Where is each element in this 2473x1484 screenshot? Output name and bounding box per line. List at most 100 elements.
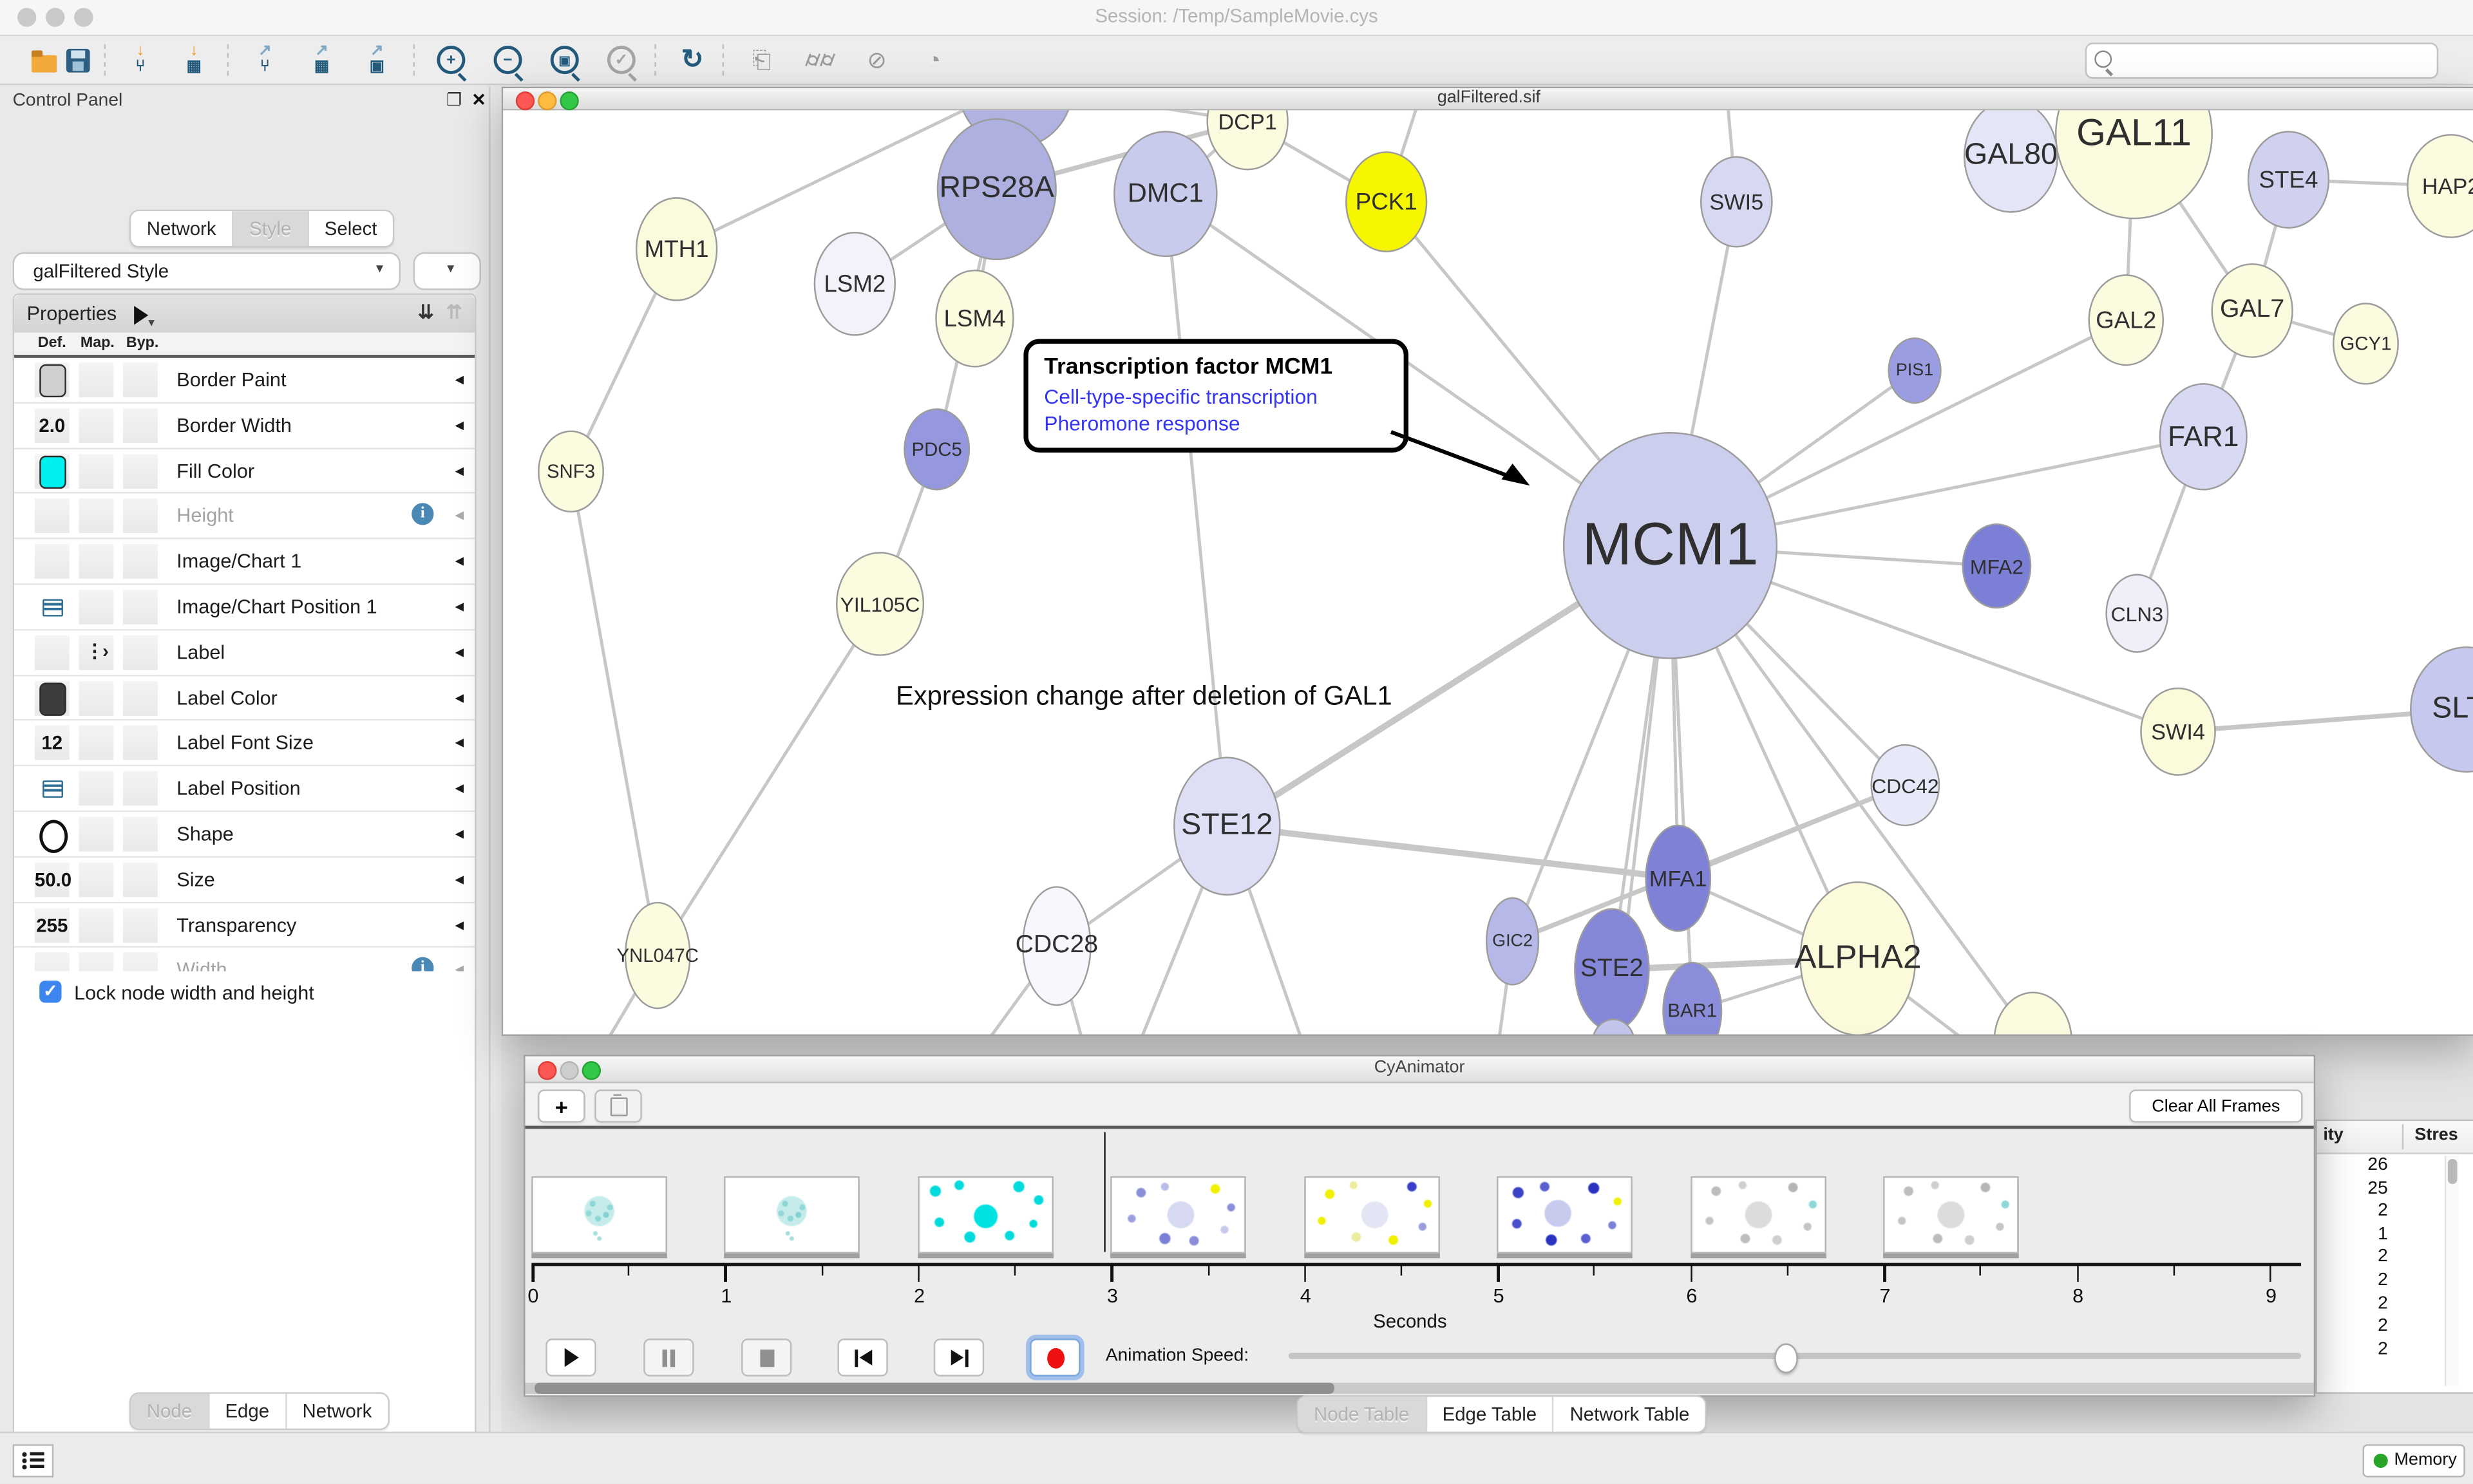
network-node-pis1[interactable]: PIS1 [1888, 337, 1941, 404]
network-canvas[interactable]: MTH1LSM2RPS28ADCP1DMC1PCK1LSM4SNF3PDC5YI… [503, 110, 2473, 1034]
zoom-in-icon[interactable]: + [432, 41, 470, 79]
network-node-mfa2[interactable]: MFA2 [1962, 523, 2032, 608]
network-node-snf3[interactable]: SNF3 [538, 431, 604, 512]
network-node-swi4[interactable]: SWI4 [2140, 688, 2216, 776]
network-node-ynl047c[interactable]: YNL047C [625, 902, 691, 1010]
network-node-gal2[interactable]: GAL2 [2088, 274, 2164, 366]
import-table-icon[interactable]: ↓▦ [175, 41, 213, 79]
animation-speed-slider[interactable] [1289, 1353, 2301, 1359]
annotation-link-2[interactable]: Pheromone response [1044, 411, 1388, 435]
property-row[interactable]: 255Transparency◂ [14, 903, 475, 948]
network-node-gal11[interactable]: GAL11 [2055, 110, 2213, 219]
style-dropdown[interactable]: galFiltered Style ▾ [13, 252, 401, 290]
collapse-all-icon[interactable]: ⇈ [446, 301, 462, 323]
zoom-out-icon[interactable]: − [489, 41, 527, 79]
show-panels-button[interactable] [13, 1444, 54, 1477]
cyanimator-hscrollbar[interactable] [526, 1383, 2314, 1394]
network-node-cdc42[interactable]: CDC42 [1870, 744, 1940, 826]
slider-thumb[interactable] [1774, 1344, 1797, 1374]
column-ity[interactable]: ity [2323, 1126, 2343, 1145]
timeline-playhead[interactable] [1104, 1132, 1105, 1252]
network-node-cln3[interactable]: CLN3 [2105, 574, 2168, 652]
tab-network-table[interactable]: Network Table [1554, 1397, 1705, 1432]
network-node-ste4[interactable]: STE4 [2248, 131, 2329, 229]
frame-thumbnail-7s[interactable] [1883, 1176, 2019, 1254]
record-button[interactable] [1030, 1338, 1080, 1376]
frame-thumbnail-5s[interactable] [1497, 1176, 1633, 1254]
network-node-dmc1[interactable]: DMC1 [1113, 131, 1218, 257]
network-node-pdc5[interactable]: PDC5 [904, 408, 970, 490]
properties-header[interactable]: Properties ▾ ⇊ ⇈ [14, 295, 475, 334]
network-node-slt2[interactable]: SLT2 [2410, 646, 2473, 773]
network-node-gcy1[interactable]: GCY1 [2333, 303, 2399, 384]
property-row[interactable]: Heighti◂ [14, 494, 475, 540]
annotation-box[interactable]: Transcription factor MCM1 Cell-type-spec… [1023, 339, 1408, 453]
network-node-alpha2[interactable]: ALPHA2 [1799, 881, 1916, 1035]
network-node-lsm2[interactable]: LSM2 [814, 232, 896, 336]
network-node-gic2[interactable]: GIC2 [1486, 897, 1539, 985]
tab-network[interactable]: Network [131, 211, 233, 246]
lock-checkbox[interactable]: ✓ [39, 981, 61, 1002]
property-row[interactable]: Label Color◂ [14, 676, 475, 722]
export-image-icon[interactable]: ↗▣ [358, 41, 396, 79]
network-node-cdc28[interactable]: CDC28 [1022, 886, 1092, 1006]
network-node-yil105c[interactable]: YIL105C [836, 552, 924, 656]
stop-button[interactable] [741, 1338, 791, 1376]
property-row[interactable]: Shape◂ [14, 812, 475, 858]
timeline[interactable]: 0123456789 Seconds [526, 1129, 2314, 1333]
network-node-mcm1[interactable]: MCM1 [1563, 432, 1777, 659]
float-panel-icon[interactable]: ❐ [446, 90, 462, 111]
network-node-rps28a[interactable]: RPS28A [937, 118, 1057, 260]
network-node-bar1[interactable]: BAR1 [1662, 962, 1722, 1035]
network-node-hap2[interactable]: HAP2 [2407, 134, 2473, 238]
property-row[interactable]: Border Paint◂ [14, 358, 475, 404]
property-row[interactable]: Image/Chart 1◂ [14, 540, 475, 585]
property-row[interactable]: 50.0Size◂ [14, 858, 475, 903]
table-scrollbar[interactable] [2445, 1156, 2459, 1386]
skip-end-button[interactable] [934, 1338, 984, 1376]
play-button[interactable] [545, 1338, 596, 1376]
property-row[interactable]: 2.0Border Width◂ [14, 403, 475, 449]
network-node-swi5[interactable]: SWI5 [1700, 156, 1773, 247]
show-details-icon[interactable]: ◔ [914, 41, 952, 79]
open-session-icon[interactable] [25, 41, 63, 79]
style-options-button[interactable]: ▾ [413, 252, 481, 290]
hide-details-icon[interactable]: ⊘ [858, 41, 896, 79]
delete-frame-button[interactable] [594, 1089, 641, 1122]
zoom-selected-icon[interactable]: ✓ [603, 41, 641, 79]
network-node-mfa1[interactable]: MFA1 [1645, 825, 1711, 932]
save-session-icon[interactable] [59, 41, 97, 79]
network-node-ste2[interactable]: STE2 [1574, 908, 1650, 1031]
add-frame-button[interactable]: + [538, 1089, 585, 1122]
tab-network-style[interactable]: Network [287, 1394, 388, 1429]
close-panel-icon[interactable]: ✕ [471, 90, 486, 111]
network-window-titlebar[interactable]: galFiltered.sif [503, 88, 2473, 110]
column-stress[interactable]: Stres [2414, 1126, 2458, 1145]
export-network-icon[interactable]: ↗⑂ [246, 41, 284, 79]
frame-thumbnail-3s[interactable] [1111, 1176, 1247, 1254]
search-input[interactable] [2085, 42, 2439, 79]
network-node-gal80[interactable]: GAL80 [1964, 110, 2058, 212]
frame-thumbnail-4s[interactable] [1304, 1176, 1440, 1254]
network-document-icon[interactable]: ⎗ [743, 41, 781, 79]
property-row[interactable]: Image/Chart Position 1◂ [14, 585, 475, 631]
skip-start-button[interactable] [837, 1338, 887, 1376]
import-network-icon[interactable]: ↓⑂ [122, 41, 160, 79]
network-node-dcp1[interactable]: DCP1 [1206, 110, 1288, 170]
network-node-lsm4[interactable]: LSM4 [935, 270, 1014, 368]
tab-select[interactable]: Select [308, 211, 393, 246]
refresh-icon[interactable]: ↻ [674, 41, 712, 79]
tab-edge-table[interactable]: Edge Table [1426, 1397, 1554, 1432]
cyanimator-titlebar[interactable]: CyAnimator [526, 1057, 2314, 1084]
network-node-gal7[interactable]: GAL7 [2211, 263, 2293, 358]
annotation-link-1[interactable]: Cell-type-specific transcription [1044, 385, 1388, 409]
frame-thumbnail-2s[interactable] [918, 1176, 1054, 1254]
tab-style[interactable]: Style [233, 211, 308, 246]
zoom-fit-icon[interactable]: ▣ [545, 41, 583, 79]
frame-thumbnail-0s[interactable] [531, 1176, 667, 1254]
network-node-far1[interactable]: FAR1 [2159, 383, 2248, 491]
property-row[interactable]: Fill Color◂ [14, 449, 475, 494]
tab-node-table[interactable]: Node Table [1298, 1397, 1427, 1432]
property-row[interactable]: ⋮›Label◂ [14, 630, 475, 676]
network-node-mth1[interactable]: MTH1 [636, 197, 717, 301]
